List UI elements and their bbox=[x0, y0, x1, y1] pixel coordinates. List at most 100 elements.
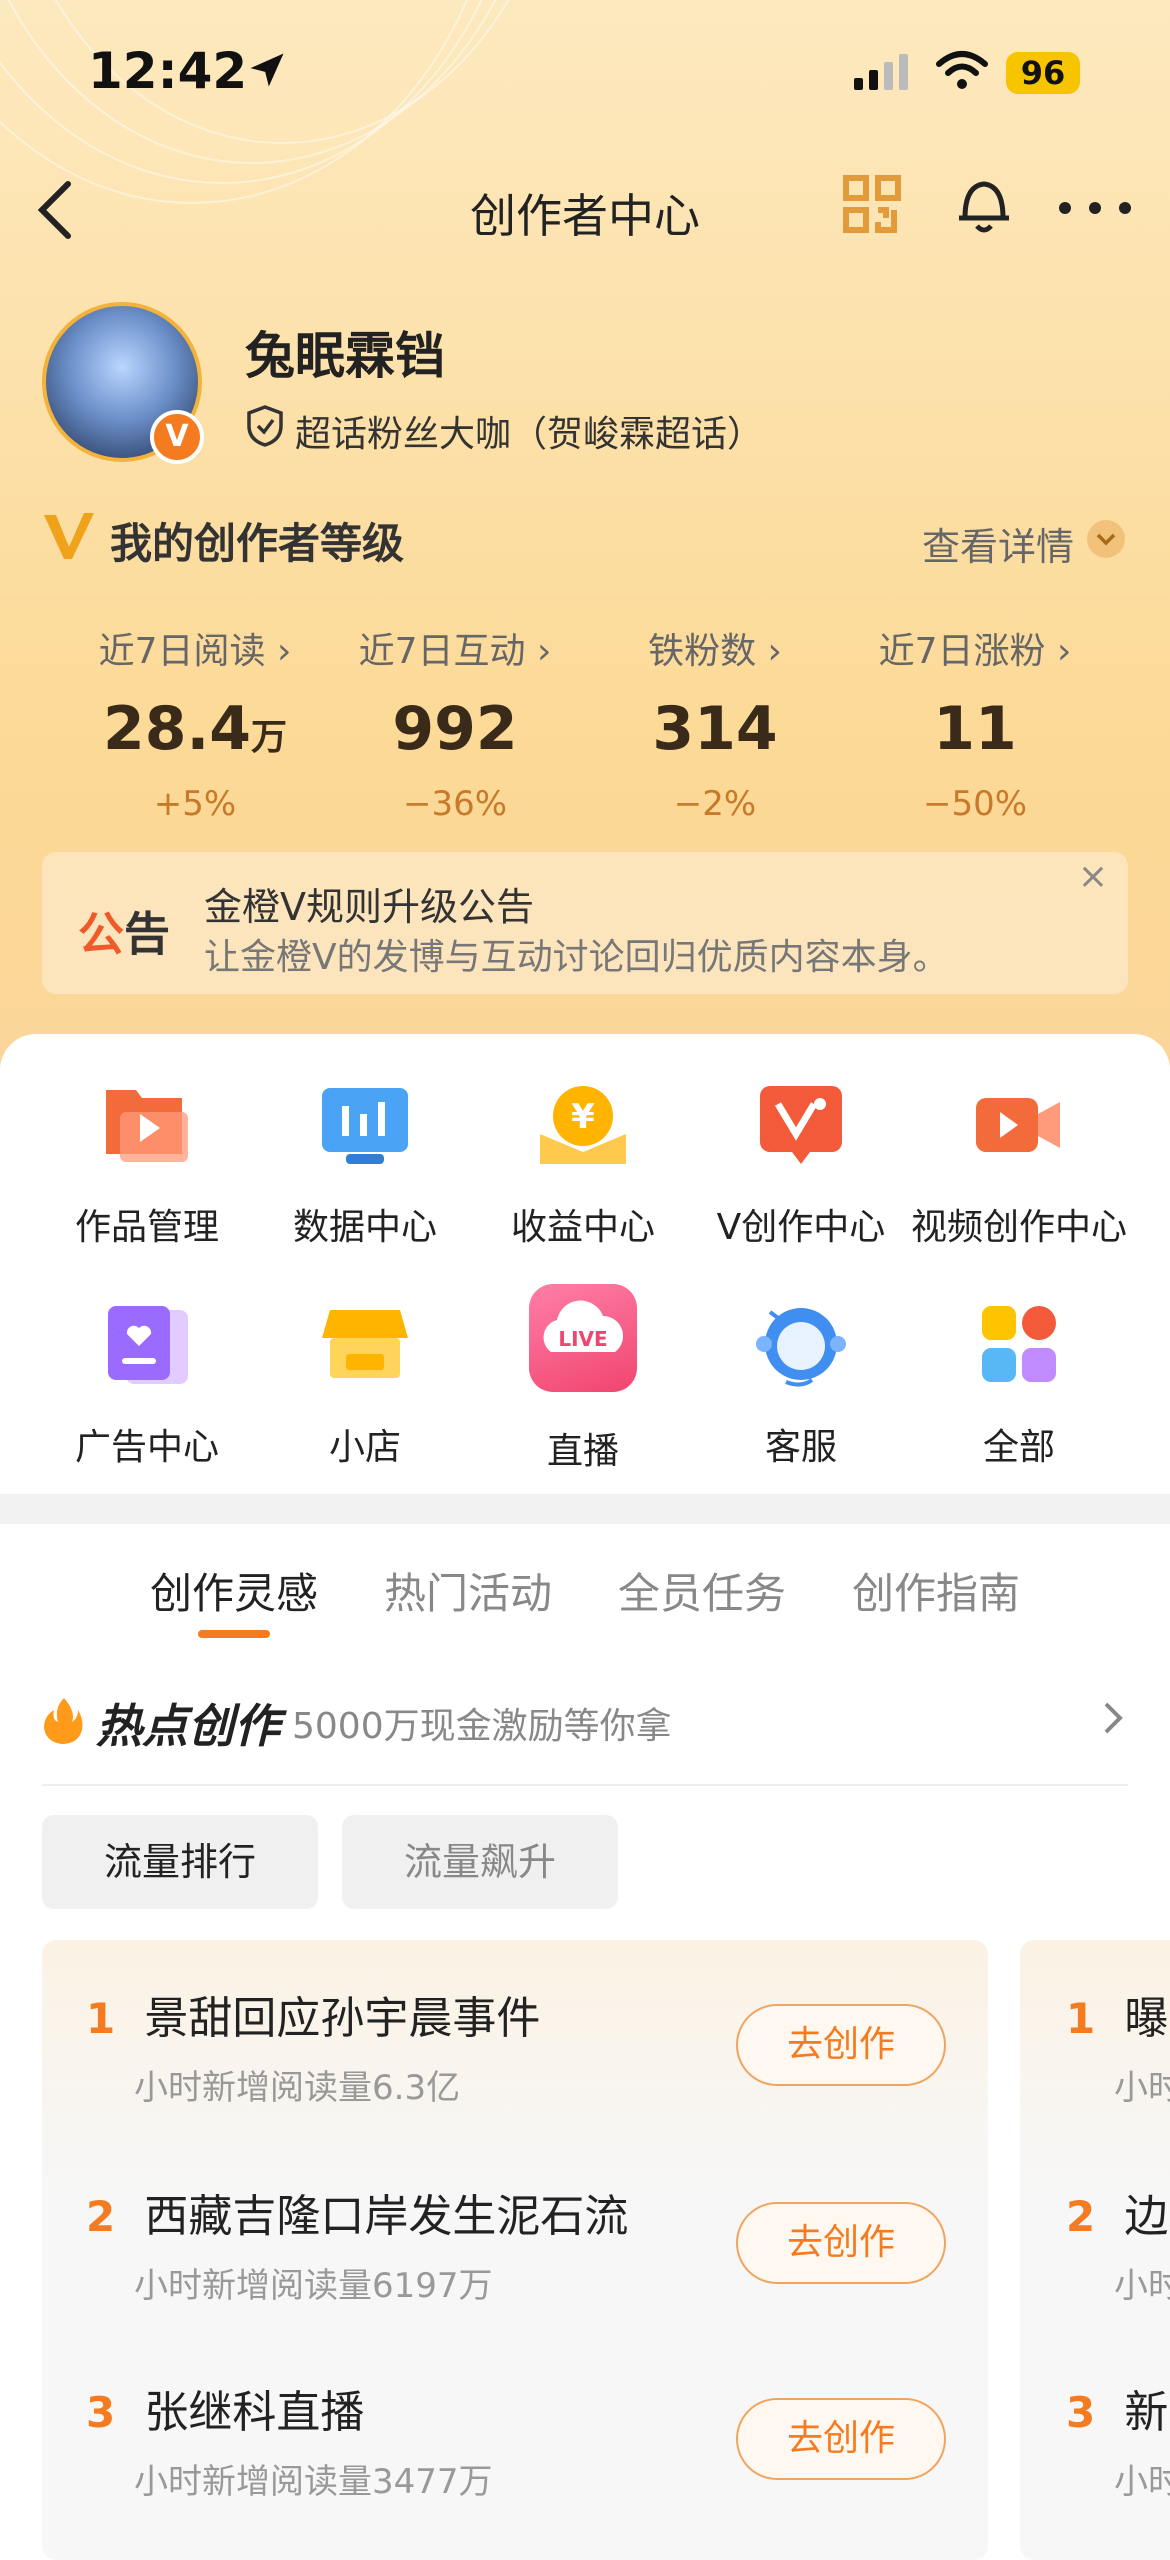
qr-code-icon[interactable] bbox=[842, 174, 902, 238]
rank-number: 1 bbox=[86, 1994, 116, 2043]
rank-number: 2 bbox=[86, 2192, 116, 2241]
grid-item-label: 全部 bbox=[982, 1427, 1055, 1468]
more-icon[interactable] bbox=[1058, 200, 1132, 219]
grid-item-works[interactable]: 作品管理 bbox=[38, 1082, 256, 1250]
stat-interactions[interactable]: 近7日互动 › 992 −36% bbox=[310, 622, 600, 824]
wifi-icon bbox=[935, 50, 989, 96]
level-title-text: 我的创作者等级 bbox=[110, 519, 405, 568]
stat-change: −2% bbox=[673, 784, 757, 824]
go-create-button[interactable]: 去创作 bbox=[736, 2398, 946, 2480]
trend-subtitle: 小时新增阅读量6.3亿 bbox=[134, 2068, 461, 2108]
bell-icon[interactable] bbox=[955, 172, 1013, 240]
all-icon bbox=[974, 1302, 1064, 1388]
go-create-button[interactable]: 去创作 bbox=[736, 2004, 946, 2086]
video-icon bbox=[974, 1082, 1064, 1168]
stat-reads[interactable]: 近7日阅读 › 28.4万 +5% bbox=[50, 622, 340, 824]
rank-number: 2 bbox=[1066, 2192, 1096, 2241]
close-icon[interactable]: × bbox=[1068, 852, 1118, 902]
location-arrow-icon bbox=[245, 48, 289, 96]
stat-change: −50% bbox=[922, 784, 1028, 824]
grid-item-data[interactable]: 数据中心 bbox=[256, 1082, 474, 1250]
stat-label: 近7日阅读 › bbox=[98, 631, 292, 672]
trend-subtitle: 小时新增阅读量6197万 bbox=[134, 2266, 493, 2306]
data-icon bbox=[320, 1082, 410, 1168]
view-details-text: 查看详情 bbox=[921, 525, 1074, 569]
stat-value: 314 bbox=[652, 694, 778, 764]
v-level-icon bbox=[42, 511, 96, 571]
stat-value: 992 bbox=[392, 694, 518, 764]
rank-number: 3 bbox=[1066, 2388, 1096, 2437]
works-icon bbox=[102, 1082, 192, 1168]
filter-traffic-rank[interactable]: 流量排行 bbox=[42, 1815, 318, 1909]
stat-label: 铁粉数 › bbox=[648, 631, 782, 672]
status-bar: 12:42 96 bbox=[0, 42, 1170, 112]
trend-list-card-next: 1 曝孙 小时 2 边境 小时 3 新生 小时 bbox=[1020, 1940, 1170, 2560]
announcement-tag: 公告 bbox=[78, 907, 170, 961]
trend-title: 西藏吉隆口岸发生泥石流 bbox=[144, 2191, 629, 2242]
trend-subtitle: 小时 bbox=[1114, 2266, 1170, 2306]
feature-grid-panel: 作品管理 数据中心 ¥ 收益中心 V创作中心 视频创作中心 广告中心 小店 LI… bbox=[0, 1034, 1170, 1494]
verified-badge: V bbox=[150, 410, 204, 464]
hot-creation-subtitle: 5000万现金激励等你拿 bbox=[292, 1706, 672, 1747]
grid-item-live[interactable]: LIVE 直播 bbox=[474, 1284, 692, 1474]
shop-icon bbox=[320, 1302, 410, 1388]
stat-value: 11 bbox=[933, 694, 1017, 764]
stat-iron-fans[interactable]: 铁粉数 › 314 −2% bbox=[570, 622, 860, 824]
chevron-down-icon bbox=[1086, 519, 1126, 568]
fan-tag-text: 超话粉丝大咖（贺峻霖超话） bbox=[295, 413, 764, 455]
tab-indicator bbox=[198, 1630, 270, 1638]
trend-title: 边境 bbox=[1124, 2191, 1170, 2242]
grid-item-all[interactable]: 全部 bbox=[910, 1302, 1128, 1470]
status-time: 12:42 bbox=[88, 42, 248, 100]
fire-icon bbox=[42, 1696, 84, 1750]
tab-guide[interactable]: 创作指南 bbox=[852, 1560, 1020, 1621]
stat-label: 近7日互动 › bbox=[358, 631, 552, 672]
svg-text:¥: ¥ bbox=[571, 1097, 595, 1137]
announcement-title: 金橙V规则升级公告 bbox=[204, 885, 534, 929]
grid-item-label: 直播 bbox=[546, 1431, 619, 1472]
list-item[interactable]: 2 西藏吉隆口岸发生泥石流 小时新增阅读量6197万 bbox=[86, 2180, 628, 2307]
v-create-icon bbox=[756, 1082, 846, 1168]
grid-item-shop[interactable]: 小店 bbox=[256, 1302, 474, 1470]
tab-inspiration[interactable]: 创作灵感 bbox=[150, 1560, 318, 1621]
list-item[interactable]: 1 曝孙 小时 bbox=[1066, 1982, 1170, 2109]
trend-title: 曝孙 bbox=[1124, 1993, 1170, 2044]
grid-item-income[interactable]: ¥ 收益中心 bbox=[474, 1082, 692, 1250]
stat-change: +5% bbox=[153, 784, 237, 824]
hot-creation-header[interactable]: 热点创作 5000万现金激励等你拿 bbox=[42, 1690, 672, 1756]
ad-icon bbox=[102, 1302, 192, 1388]
rank-number: 1 bbox=[1066, 1994, 1096, 2043]
fan-tag[interactable]: 超话粉丝大咖（贺峻霖超话） bbox=[245, 404, 763, 457]
creator-level-title: 我的创作者等级 bbox=[42, 510, 404, 571]
filter-traffic-surge[interactable]: 流量飙升 bbox=[342, 1815, 618, 1909]
hot-creation-title: 热点创作 bbox=[96, 1699, 280, 1753]
grid-item-service[interactable]: 客服 bbox=[692, 1302, 910, 1470]
grid-item-label: V创作中心 bbox=[716, 1207, 886, 1248]
view-details-link[interactable]: 查看详情 bbox=[922, 516, 1126, 571]
signal-icon bbox=[852, 52, 912, 96]
trend-subtitle: 小时 bbox=[1114, 2462, 1170, 2502]
grid-item-label: 广告中心 bbox=[74, 1427, 219, 1468]
go-create-button[interactable]: 去创作 bbox=[736, 2202, 946, 2284]
grid-item-label: 视频创作中心 bbox=[910, 1207, 1127, 1248]
trend-list-card: 1 景甜回应孙宇晨事件 小时新增阅读量6.3亿 去创作 2 西藏吉隆口岸发生泥石… bbox=[42, 1940, 988, 2560]
grid-item-ad[interactable]: 广告中心 bbox=[38, 1302, 256, 1470]
stat-new-fans[interactable]: 近7日涨粉 › 11 −50% bbox=[830, 622, 1120, 824]
tab-all-tasks[interactable]: 全员任务 bbox=[618, 1560, 786, 1621]
section-separator bbox=[0, 1494, 1170, 1524]
divider bbox=[42, 1784, 1128, 1786]
service-icon bbox=[756, 1302, 846, 1388]
grid-item-label: 客服 bbox=[764, 1427, 837, 1468]
announcement-desc: 让金橙V的发博与互动讨论回归优质内容本身。 bbox=[204, 937, 949, 978]
list-item[interactable]: 2 边境 小时 bbox=[1066, 2180, 1170, 2307]
tab-hot-events[interactable]: 热门活动 bbox=[384, 1560, 552, 1621]
grid-item-video[interactable]: 视频创作中心 bbox=[910, 1082, 1128, 1250]
grid-item-label: 收益中心 bbox=[510, 1207, 655, 1248]
live-badge-text: LIVE bbox=[558, 1327, 607, 1351]
list-item[interactable]: 3 张继科直播 小时新增阅读量3477万 bbox=[86, 2376, 493, 2503]
grid-item-v-create[interactable]: V创作中心 bbox=[692, 1082, 910, 1250]
list-item[interactable]: 1 景甜回应孙宇晨事件 小时新增阅读量6.3亿 bbox=[86, 1982, 540, 2109]
chevron-right-icon[interactable] bbox=[1098, 1698, 1128, 1749]
list-item[interactable]: 3 新生 小时 bbox=[1066, 2376, 1170, 2503]
announcement-card[interactable]: 公告 金橙V规则升级公告 让金橙V的发博与互动讨论回归优质内容本身。 × bbox=[42, 852, 1128, 994]
